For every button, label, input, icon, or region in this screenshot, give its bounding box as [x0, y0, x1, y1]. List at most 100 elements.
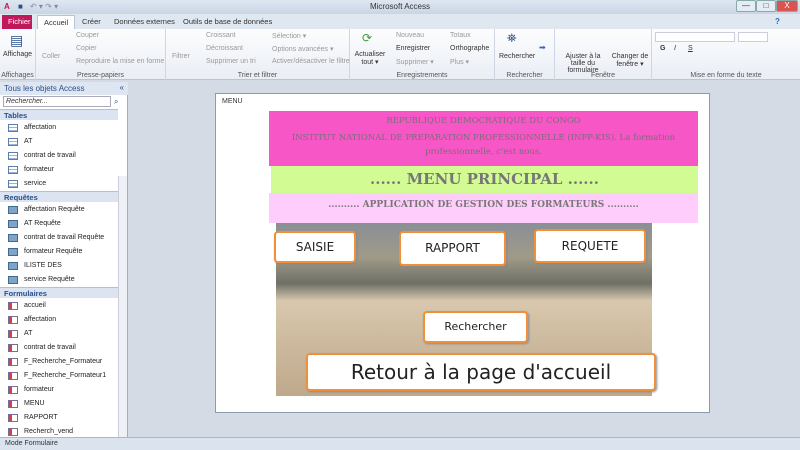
copier-button[interactable]: Copier [76, 45, 97, 52]
reproduire-button[interactable]: Reproduire la mise en forme [76, 58, 164, 65]
nav-item[interactable]: formateur Requête [0, 245, 118, 259]
filtrer-button[interactable]: Filtrer [172, 53, 190, 60]
nav-item-label: AT [24, 138, 33, 145]
nav-item[interactable]: contrat de travail Requête [0, 231, 118, 245]
tab-creer[interactable]: Créer [76, 15, 107, 29]
rechercher-button[interactable]: Rechercher [423, 311, 528, 343]
plus-button[interactable]: Plus ▾ [450, 58, 469, 66]
collapse-icon[interactable]: « [120, 83, 124, 92]
nav-item[interactable]: contrat de travail [0, 149, 118, 163]
coller-button[interactable]: Coller [42, 53, 60, 60]
nav-item[interactable]: AT [0, 327, 118, 341]
tab-donnees-externes[interactable]: Données externes [108, 15, 181, 29]
group-label: Trier et filtrer [237, 72, 278, 79]
query-icon [8, 262, 18, 270]
nav-item-label: ILISTE DES [24, 262, 62, 269]
nav-section-requêtes[interactable]: Requêtes [0, 191, 118, 202]
form-tab-title[interactable]: MENU [222, 98, 243, 105]
nav-item[interactable]: affectation [0, 121, 118, 135]
group-label: Presse-papiers [76, 72, 125, 79]
nav-item[interactable]: RAPPORT [0, 411, 118, 425]
nav-item-label: service [24, 180, 47, 187]
nav-item[interactable]: F_Recherche_Formateur1 [0, 369, 118, 383]
activer-filtre-button[interactable]: Activer/désactiver le filtre [272, 58, 350, 65]
form-icon [8, 386, 18, 394]
tab-outils-bd[interactable]: Outils de base de données [177, 15, 278, 29]
nav-search-input[interactable]: Rechercher... [3, 96, 111, 107]
form-icon [8, 428, 18, 436]
nav-item[interactable]: service Requête [0, 273, 118, 287]
group-label: Enregistrements [396, 72, 448, 79]
query-icon [8, 206, 18, 214]
selection-button[interactable]: Sélection ▾ [272, 32, 306, 40]
tab-accueil[interactable]: Accueil [37, 15, 76, 29]
nav-pane-header[interactable]: Tous les objets Access « [0, 82, 128, 95]
bold-button[interactable]: G [660, 45, 665, 52]
nav-item[interactable]: F_Recherche_Formateur [0, 355, 118, 369]
goto-icon[interactable]: ➡ [539, 43, 546, 52]
underline-button[interactable]: S [688, 45, 693, 52]
font-size-select[interactable] [738, 32, 768, 42]
rapport-button[interactable]: RAPPORT [399, 231, 506, 266]
nav-item[interactable]: AT Requête [0, 217, 118, 231]
nav-item[interactable]: contrat de travail [0, 341, 118, 355]
form-icon [8, 302, 18, 310]
requete-button[interactable]: REQUETE [534, 229, 646, 263]
croissant-button[interactable]: Croissant [206, 32, 236, 39]
actualiser-button[interactable]: Actualiser tout ▾ [354, 51, 386, 66]
nav-item[interactable]: ILISTE DES [0, 259, 118, 273]
nav-item[interactable]: service [0, 177, 118, 191]
minimize-button[interactable]: — [736, 0, 756, 12]
supprimer-button[interactable]: Supprimer ▾ [396, 58, 434, 66]
help-icon[interactable]: ? [775, 17, 780, 26]
group-label: Mise en forme du texte [690, 72, 762, 79]
italic-button[interactable]: I [674, 45, 676, 52]
nouveau-button[interactable]: Nouveau [396, 32, 424, 39]
supprimer-tri-button[interactable]: Supprimer un tri [206, 58, 256, 65]
font-select[interactable] [655, 32, 735, 42]
group-label: Rechercher [506, 72, 543, 79]
refresh-icon: ⟳ [362, 31, 373, 45]
query-icon [8, 220, 18, 228]
nav-item-label: contrat de travail [24, 344, 76, 351]
nav-item[interactable]: MENU [0, 397, 118, 411]
group-enregistrements: ⟳ Actualiser tout ▾ Nouveau Enregistrer … [350, 29, 495, 80]
nav-item[interactable]: affectation Requête [0, 203, 118, 217]
orthographe-button[interactable]: Orthographe [450, 45, 489, 52]
nav-section-formulaires[interactable]: Formulaires [0, 287, 118, 298]
binoculars-icon: ⛯ [507, 31, 517, 45]
nav-item-label: RAPPORT [24, 414, 58, 421]
form-icon [8, 330, 18, 338]
enregistrer-button[interactable]: Enregistrer [396, 45, 430, 52]
affichage-button[interactable]: Affichage [3, 51, 32, 58]
view-icon: ▤ [10, 32, 24, 48]
rechercher-button[interactable]: Rechercher [499, 53, 535, 60]
maximize-button[interactable]: □ [756, 0, 776, 12]
saisie-button[interactable]: SAISIE [274, 231, 356, 263]
nav-item-label: formateur [24, 166, 54, 173]
status-bar: Mode Formulaire [0, 437, 800, 450]
nav-section-tables[interactable]: Tables [0, 109, 118, 120]
nav-item-label: formateur Requête [24, 248, 83, 255]
table-icon [8, 138, 18, 146]
retour-accueil-button[interactable]: Retour à la page d'accueil [306, 353, 656, 391]
search-icon[interactable]: ⌕ [114, 97, 118, 107]
nav-item[interactable]: formateur [0, 383, 118, 397]
options-avancees-button[interactable]: Options avancées ▾ [272, 45, 334, 53]
ajuster-button[interactable]: Ajuster à la taille du formulaire [558, 53, 608, 74]
nav-item-label: affectation [24, 316, 57, 323]
navigation-pane: Tous les objets Access « Rechercher... ⌕ … [0, 82, 128, 438]
tab-fichier[interactable]: Fichier [2, 15, 32, 29]
nav-item[interactable]: accueil [0, 299, 118, 313]
close-button[interactable]: X [776, 0, 798, 12]
nav-item[interactable]: affectation [0, 313, 118, 327]
decroissant-button[interactable]: Décroissant [206, 45, 243, 52]
form-icon [8, 344, 18, 352]
nav-item[interactable]: formateur [0, 163, 118, 177]
nav-scrollbar[interactable] [118, 176, 127, 438]
couper-button[interactable]: Couper [76, 32, 99, 39]
changer-fenetre-button[interactable]: Changer de fenêtre ▾ [610, 53, 650, 68]
totaux-button[interactable]: Totaux [450, 32, 471, 39]
nav-item[interactable]: AT [0, 135, 118, 149]
country-label: REPUBLIQUE DEMOCRATIQUE DU CONGO [386, 116, 581, 126]
